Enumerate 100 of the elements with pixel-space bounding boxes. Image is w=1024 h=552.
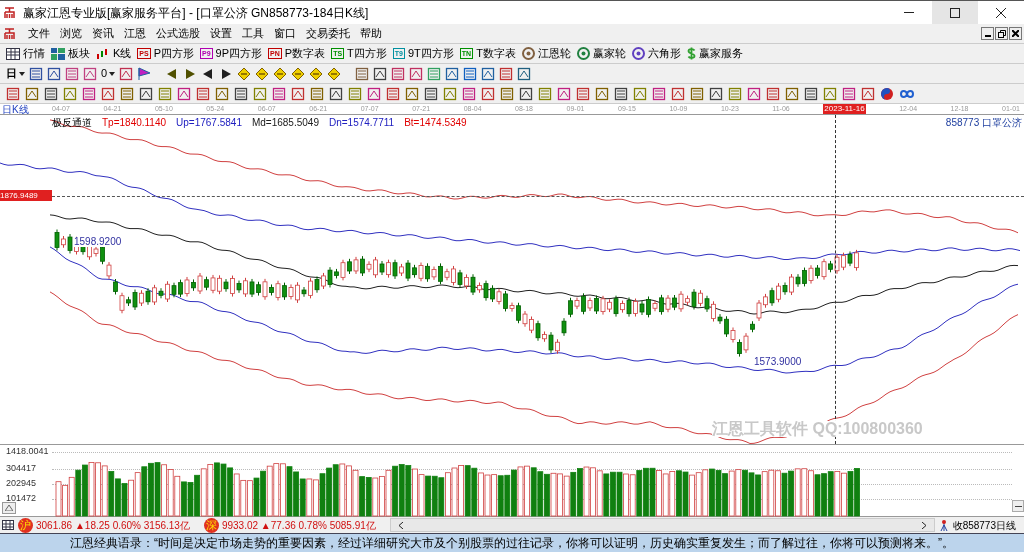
menu-item[interactable]: 江恩 (119, 25, 151, 42)
indicator-value: Tp=1840.1140 (102, 118, 167, 128)
stock-label: 858773 口罩公济 (945, 118, 1022, 128)
tool-icon[interactable] (29, 66, 43, 81)
tool-icon[interactable] (709, 86, 723, 101)
tool-icon[interactable] (405, 86, 419, 101)
menu-item[interactable]: 设置 (205, 25, 237, 42)
scroll-right-icon (921, 521, 926, 529)
tool-icon[interactable] (386, 86, 400, 101)
menu-item[interactable]: 文件 (23, 25, 55, 42)
tool-icon[interactable] (481, 66, 496, 81)
tool-icon[interactable] (804, 86, 818, 101)
tool-icon[interactable] (101, 86, 115, 101)
diamond-icon[interactable] (291, 66, 306, 81)
expand-button[interactable] (2, 502, 16, 514)
tool-icon[interactable] (120, 86, 134, 101)
tool-icon[interactable] (391, 66, 406, 81)
tool-icon[interactable] (785, 86, 799, 101)
close-icon (1012, 30, 1019, 37)
toolbar-button[interactable]: 六角形 (631, 45, 681, 62)
mdi-minimize-button[interactable] (981, 27, 994, 40)
menu-item[interactable]: 交易委托 (301, 25, 355, 42)
menu-item[interactable]: 资讯 (87, 25, 119, 42)
mdi-close-button[interactable] (1009, 27, 1022, 40)
menu-item[interactable]: 工具 (237, 25, 269, 42)
diamond-icon[interactable] (273, 66, 288, 81)
tool-icon[interactable] (139, 86, 153, 101)
tool-icon[interactable] (65, 66, 79, 81)
toolbar-button[interactable]: 行情 (6, 45, 45, 62)
tool-icon[interactable] (690, 86, 704, 101)
tool-icon[interactable] (462, 86, 476, 101)
tool-icon[interactable] (47, 66, 61, 81)
tool-icon[interactable] (6, 86, 20, 101)
diamond-icon[interactable] (255, 66, 270, 81)
tool-icon[interactable] (355, 66, 370, 81)
toolbar-button[interactable]: 板块 (51, 45, 90, 62)
tool-icon[interactable] (119, 66, 134, 81)
maximize-button[interactable] (932, 1, 978, 24)
toolbar-button[interactable]: 赢家轮 (576, 45, 626, 62)
triangle-icon (5, 505, 13, 511)
period-dropdown[interactable]: 日 (6, 65, 25, 82)
tool-icon[interactable] (766, 86, 780, 101)
tool-icon[interactable] (367, 86, 381, 101)
diamond-icon[interactable] (309, 66, 324, 81)
tool-icon[interactable] (500, 86, 514, 101)
tool-icon[interactable] (499, 66, 514, 81)
tool-icon[interactable] (652, 86, 666, 101)
tool-icon[interactable] (517, 66, 532, 81)
tool-icon[interactable] (291, 86, 305, 101)
tool-icon[interactable] (614, 86, 628, 101)
tool-icon[interactable] (576, 86, 590, 101)
toolbar-button[interactable]: 赢家服务 (686, 45, 743, 62)
index-badge: 深 (203, 517, 219, 533)
scrollbar[interactable] (389, 518, 935, 532)
tool-icon[interactable] (272, 86, 286, 101)
close-icon (996, 7, 1006, 18)
scroll-right-button[interactable] (1012, 500, 1024, 512)
tool-icon[interactable] (747, 86, 761, 101)
tool-icon[interactable] (595, 86, 609, 101)
menu-item[interactable]: 帮助 (355, 25, 387, 42)
count-dropdown[interactable]: 0 (101, 65, 116, 82)
tool-icon[interactable] (44, 86, 58, 101)
tool-icon[interactable] (25, 86, 39, 101)
tool-icon[interactable] (409, 66, 424, 81)
toolbar-button[interactable]: 江恩轮 (521, 45, 571, 62)
tool-icon[interactable] (463, 66, 478, 81)
tool-icon[interactable] (557, 86, 571, 101)
yin-yang-icon[interactable] (880, 86, 894, 101)
flag-icon[interactable] (137, 66, 152, 81)
tool-icon[interactable] (842, 86, 856, 101)
tool-icon[interactable] (329, 86, 343, 101)
tool-icon[interactable] (424, 86, 438, 101)
volume-axis-label: 101472 (6, 494, 37, 503)
diamond-icon[interactable] (237, 66, 252, 81)
mdi-restore-button[interactable] (995, 27, 1008, 40)
tool-icon[interactable] (215, 86, 229, 101)
tool-icon[interactable] (82, 86, 96, 101)
minimize-icon (904, 12, 914, 13)
menu-item[interactable]: 浏览 (55, 25, 87, 42)
antenna-icon (938, 519, 949, 531)
quote-text: 江恩经典语录：“时间是决定市场走势的重要因素，经过详细研究大市及个别股票的过往记录，你将可以证明，历史确实重复发生；而了解过往，你将可以预测将来。”。 (70, 535, 954, 552)
menu-item[interactable]: 窗口 (269, 25, 301, 42)
dollar-icon (686, 47, 696, 60)
tool-icon[interactable] (310, 86, 324, 101)
tool-icon[interactable] (373, 66, 388, 81)
tool-icon[interactable] (671, 86, 685, 101)
tool-icon[interactable] (445, 66, 460, 81)
toolbar-button[interactable]: K线 (96, 45, 132, 62)
infinity-icon[interactable] (899, 88, 915, 99)
tool-icon[interactable] (83, 66, 97, 81)
diamond-icon[interactable] (327, 66, 342, 81)
menu-item[interactable]: 公式选股 (151, 25, 205, 42)
index-quote: 3061.86 ▲18.25 0.60% 3156.13亿 (36, 518, 190, 533)
tool-icon[interactable] (177, 86, 191, 101)
tool-icon[interactable] (519, 86, 533, 101)
tool-icon[interactable] (481, 86, 495, 101)
calculator-icon[interactable] (2, 520, 14, 530)
tool-icon[interactable] (196, 86, 210, 101)
tool-icon[interactable] (234, 86, 248, 101)
tool-icon[interactable] (861, 86, 875, 101)
